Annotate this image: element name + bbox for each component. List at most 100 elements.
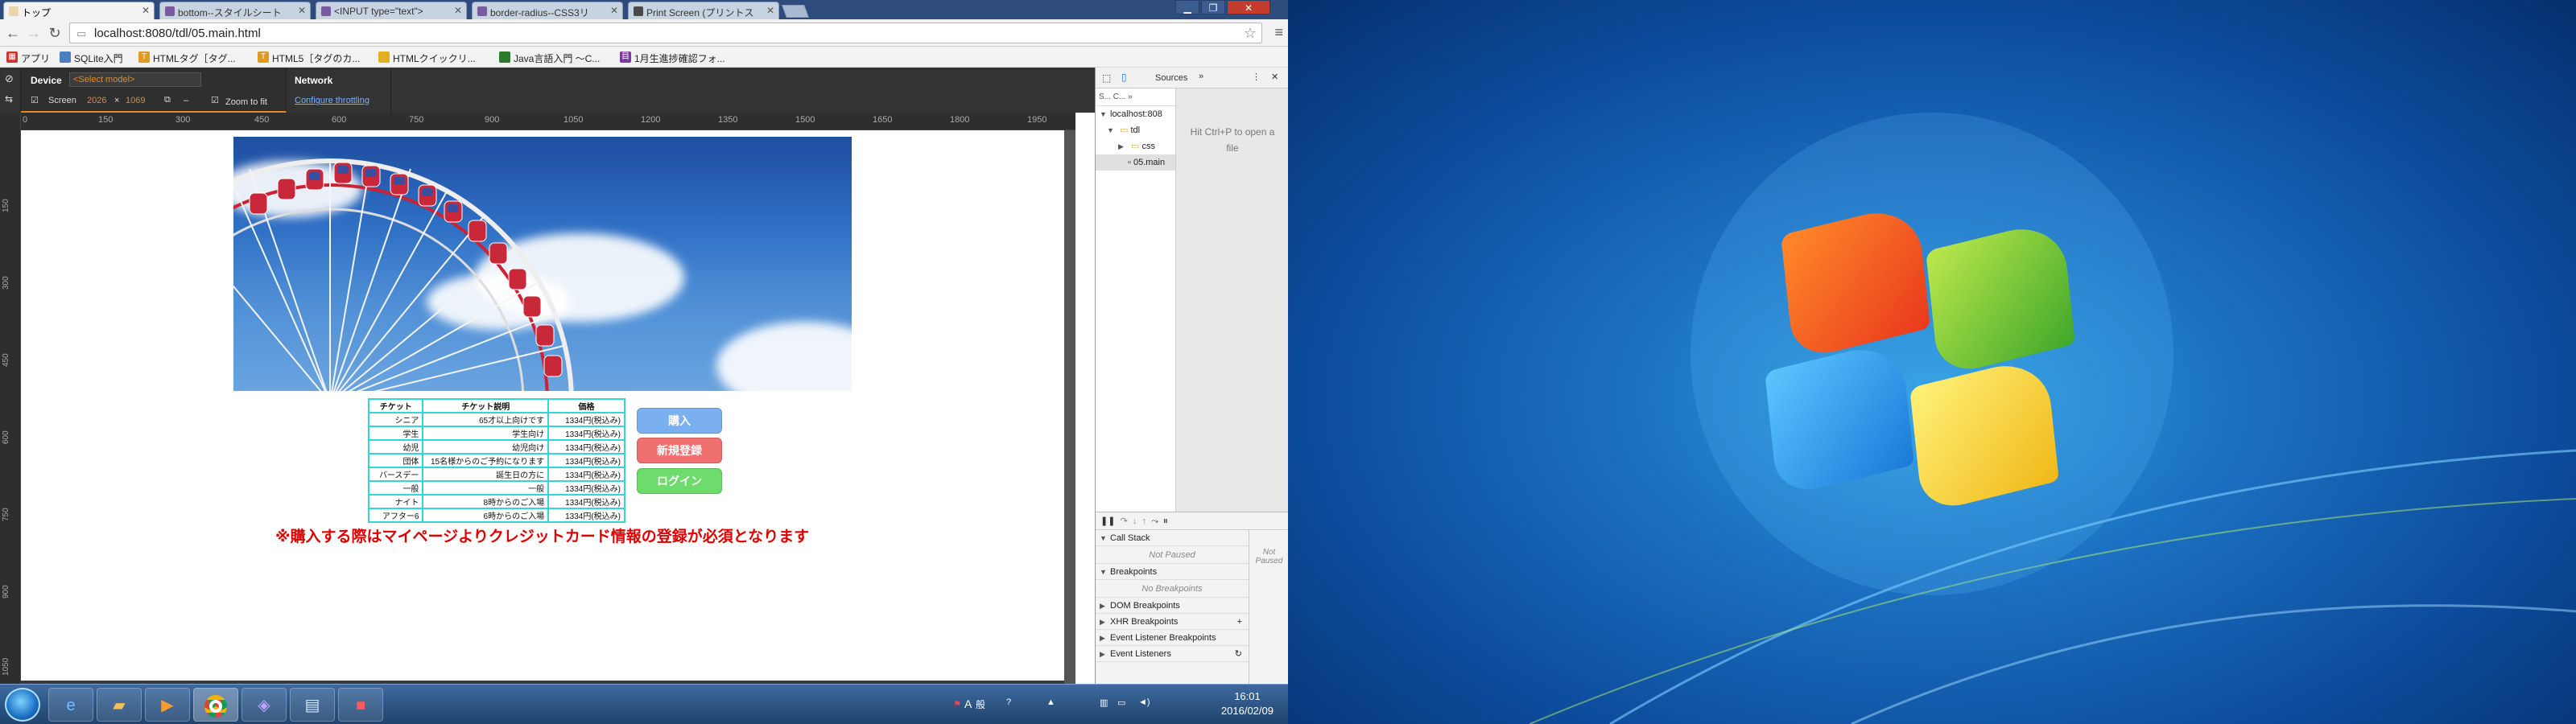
step-out-icon[interactable]: ↑ <box>1142 516 1147 526</box>
device-icon[interactable]: ▯ <box>1121 72 1127 83</box>
step-over-icon[interactable]: ↷ <box>1121 516 1128 526</box>
bookmark-java[interactable]: Java言語入門 ～C... <box>499 51 600 65</box>
tab-bottom-style[interactable]: bottom--スタイルシート ✕ <box>159 2 311 19</box>
close-icon[interactable]: ✕ <box>610 5 618 16</box>
dom-breakpoints-section[interactable]: ▶ DOM Breakpoints <box>1096 598 1249 614</box>
ticket-price: 1334円(税込み) <box>547 494 625 509</box>
network-icon[interactable]: ▥ <box>1100 697 1108 708</box>
bookmark-html-quick[interactable]: HTMLクイックリ... <box>378 51 476 65</box>
tree-item-tdl[interactable]: ▼ ▭ tdl <box>1096 122 1175 138</box>
call-stack-section[interactable]: ▼ Call Stack <box>1096 530 1249 546</box>
tab-top[interactable]: トップ ✕ <box>3 2 155 19</box>
site-icon <box>634 6 643 16</box>
flag-icon[interactable]: ⚑ <box>953 699 961 710</box>
bookmark-label: 1月生進捗確認フォ... <box>634 53 725 64</box>
width-field[interactable]: 2026 <box>87 96 106 105</box>
app-icon[interactable]: ◈ <box>242 688 287 722</box>
chrome-icon[interactable] <box>193 688 238 722</box>
reload-icon[interactable]: ↻ <box>45 24 64 42</box>
table-row: 学生 学生向け 1334円(税込み) <box>367 426 625 441</box>
back-icon[interactable]: ← <box>3 24 23 42</box>
bookmark-icon <box>499 51 510 63</box>
times-icon: × <box>114 96 120 105</box>
tree-item-main[interactable]: ▫ 05.main <box>1096 154 1175 171</box>
navigator-tabs[interactable]: S... C... » <box>1096 88 1175 106</box>
explorer-icon[interactable]: ▰ <box>97 688 142 722</box>
bookmark-icon: T <box>258 51 269 63</box>
ime-label[interactable]: 般 <box>976 697 985 711</box>
menu-icon[interactable]: ≡ <box>1274 24 1283 41</box>
emulated-viewport-area: チケット チケット説明 価格 シニア 65才以上向けです 1334円(税込み) 学生… <box>21 130 1075 684</box>
source-editor[interactable]: Hit Ctrl+P to open a file <box>1176 88 1288 571</box>
column-header: チケット説明 <box>422 398 550 413</box>
pause-icon[interactable]: ❚❚ <box>1100 516 1115 526</box>
maximize-button[interactable]: ❐ <box>1201 0 1225 14</box>
no-entry-icon[interactable]: ⊘ <box>5 72 14 85</box>
purchase-button[interactable]: 購入 <box>637 408 722 434</box>
inspect-icon[interactable]: ⬚ <box>1102 72 1111 84</box>
bookmark-html-tag[interactable]: T HTMLタグ［タグ... <box>138 51 236 65</box>
swap-icon[interactable]: ⇆ <box>5 93 13 105</box>
url-text: localhost:8080/tdl/05.main.html <box>94 27 261 40</box>
ruler-tick: 900 <box>485 115 500 125</box>
address-bar[interactable]: ▭ localhost:8080/tdl/05.main.html ☆ <box>69 23 1262 43</box>
debugger-sections: ▼ Call Stack Not Paused ▼ Breakpoints No B… <box>1096 530 1249 662</box>
star-icon[interactable]: ☆ <box>1244 25 1257 42</box>
volume-icon[interactable]: ◄) <box>1138 697 1150 707</box>
new-tab-button[interactable] <box>782 5 809 18</box>
power-icon[interactable]: ▭ <box>1117 697 1125 708</box>
close-icon[interactable]: ✕ <box>298 5 306 16</box>
configure-throttling-link[interactable]: Configure throttling <box>295 96 369 105</box>
more-tabs-icon[interactable]: » <box>1199 72 1203 81</box>
start-button[interactable] <box>5 688 40 722</box>
deactivate-breakpoints-icon[interactable]: ⤳ <box>1151 516 1158 526</box>
tab-input-text[interactable]: <INPUT type="text"> ✕ <box>316 2 467 19</box>
minimize-button[interactable]: ▁ <box>1175 0 1199 14</box>
internet-explorer-icon[interactable]: e <box>48 688 93 722</box>
ruler-tick: 900 <box>2 585 10 599</box>
close-icon[interactable]: ✕ <box>142 5 150 16</box>
devtools-panel: ⬚ ▯ Sources » ⋮ ✕ S... C... » ▼ localhost… <box>1095 68 1288 685</box>
screen-checkbox[interactable]: ☑ <box>31 95 39 105</box>
close-icon[interactable]: ✕ <box>454 5 462 16</box>
ime-mode[interactable]: A <box>964 697 972 710</box>
step-into-icon[interactable]: ↓ <box>1133 516 1137 526</box>
tab-title: トップ <box>22 7 52 19</box>
clock[interactable]: 16:01 2016/02/09 <box>1221 689 1274 718</box>
bookmark-apps[interactable]: ▦ アプリ <box>6 51 50 65</box>
bookmark-progress-form[interactable]: 目 1月生進捗確認フォ... <box>620 51 725 65</box>
left-monitor: トップ ✕ bottom--スタイルシート ✕ <INPUT type="text"… <box>0 0 1288 724</box>
forward-icon[interactable]: → <box>24 24 43 42</box>
refresh-icon[interactable]: ↻ <box>1235 646 1242 662</box>
app-icon[interactable]: ■ <box>338 688 383 722</box>
add-icon[interactable]: + <box>1237 614 1242 630</box>
tab-border-radius[interactable]: border-radius--CSS3リ ✕ <box>472 2 623 19</box>
kebab-menu-icon[interactable]: ⋮ <box>1252 72 1261 82</box>
height-field[interactable]: 1069 <box>126 96 145 105</box>
bookmark-html5[interactable]: T HTML5［タグのカ... <box>258 51 360 65</box>
app-icon[interactable]: ▤ <box>290 688 335 722</box>
tab-print-screen[interactable]: Print Screen (プリントス ✕ <box>628 2 779 19</box>
rotate-icon[interactable]: ⧉ <box>164 95 171 105</box>
bookmark-sqlite[interactable]: SQLite入門 <box>60 51 123 65</box>
close-icon[interactable]: ✕ <box>766 5 774 16</box>
window-close-button[interactable]: ✕ <box>1227 0 1270 14</box>
tab-sources[interactable]: Sources <box>1155 73 1187 83</box>
media-player-icon[interactable]: ▶ <box>145 688 190 722</box>
xhr-breakpoints-section[interactable]: ▶ XHR Breakpoints + <box>1096 614 1249 630</box>
login-button[interactable]: ログイン <box>637 468 722 494</box>
register-button[interactable]: 新規登録 <box>637 438 722 463</box>
event-listeners-section[interactable]: ▶ Event Listeners ↻ <box>1096 646 1249 662</box>
tree-item-css[interactable]: ▶ ▭ css <box>1096 138 1175 154</box>
viewport-scrollbar[interactable] <box>1064 130 1075 684</box>
device-select[interactable]: <Select model> <box>69 72 201 87</box>
event-listener-breakpoints-section[interactable]: ▶ Event Listener Breakpoints <box>1096 630 1249 646</box>
zoom-checkbox[interactable]: ☑ <box>211 95 219 105</box>
show-hidden-icons-icon[interactable]: ▲ <box>1046 697 1055 707</box>
tree-item-host[interactable]: ▼ localhost:808 <box>1096 106 1175 122</box>
help-icon[interactable]: ? <box>1006 697 1011 707</box>
pause-on-exceptions-icon[interactable]: ⏸ <box>1163 516 1168 526</box>
breakpoints-section[interactable]: ▼ Breakpoints <box>1096 564 1249 580</box>
close-devtools-icon[interactable]: ✕ <box>1271 72 1278 82</box>
bookmarks-bar: ▦ アプリ SQLite入門 T HTMLタグ［タグ... T HTML5［タグのカ.… <box>0 47 1288 68</box>
